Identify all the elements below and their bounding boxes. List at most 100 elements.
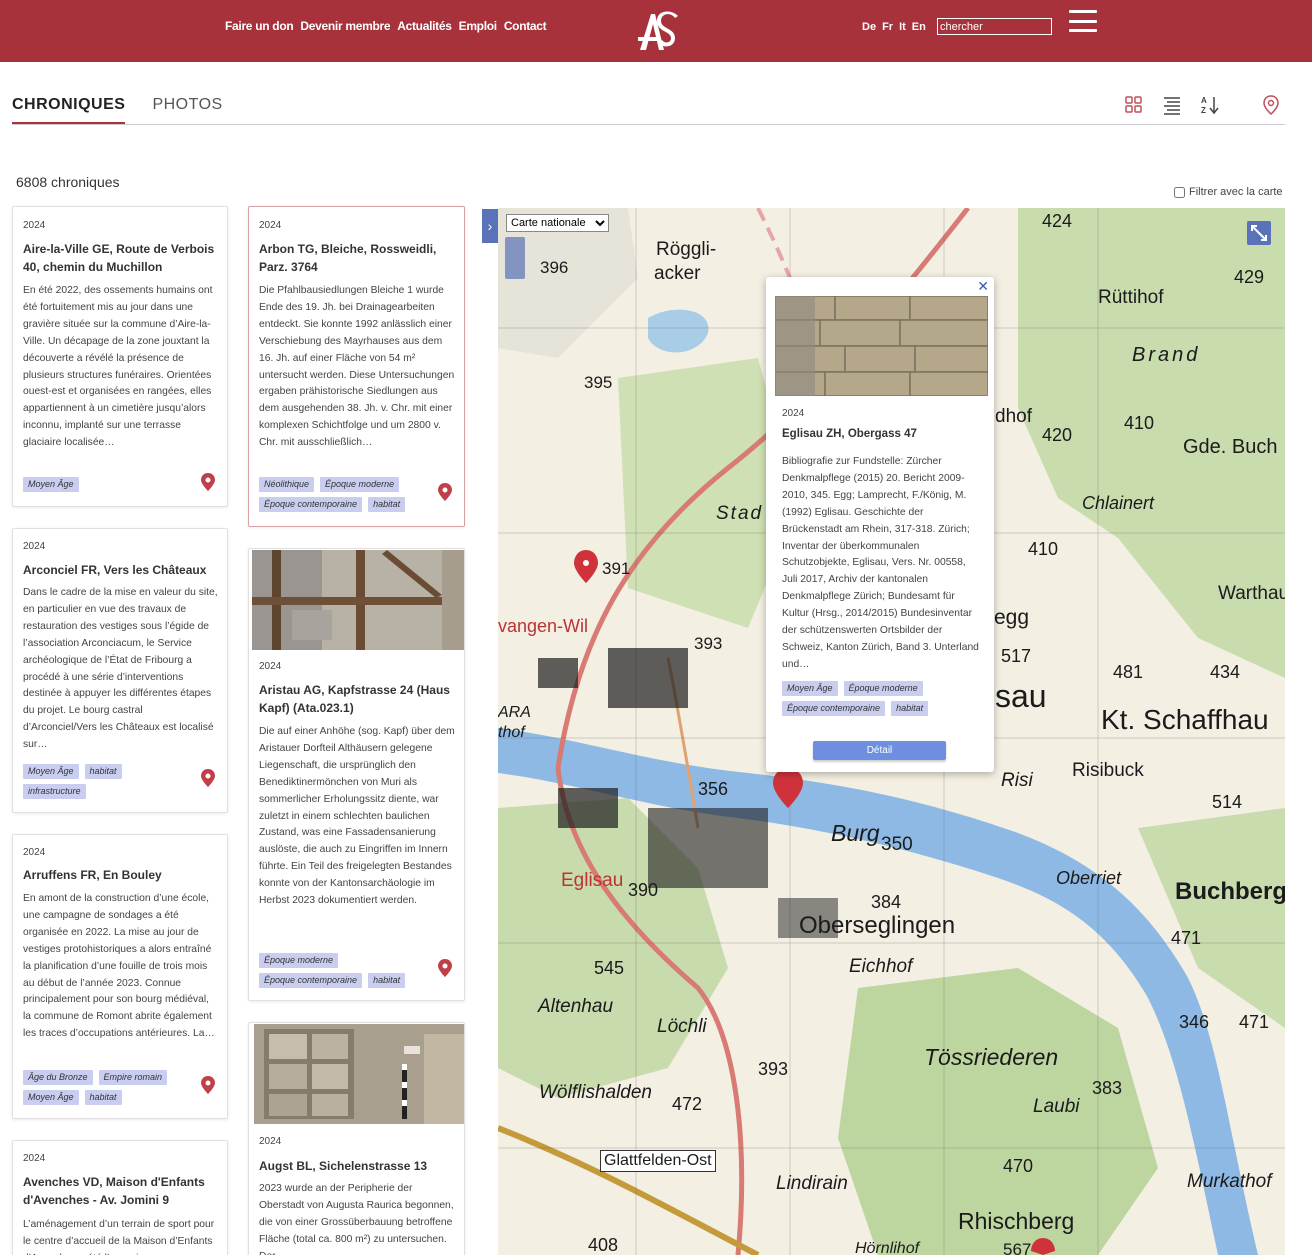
- map-label: Tössriederen: [924, 1044, 1059, 1070]
- map-label: sau: [995, 678, 1047, 714]
- tag[interactable]: Époque contemporaine: [259, 973, 363, 988]
- tag[interactable]: Moyen Âge: [782, 681, 838, 696]
- menu-icon[interactable]: [1069, 10, 1097, 32]
- map-label: 517: [1001, 646, 1032, 666]
- grid-view-icon[interactable]: [1124, 95, 1144, 115]
- location-pin-icon[interactable]: [438, 483, 452, 501]
- card-year: 2024: [23, 847, 46, 858]
- tag[interactable]: Moyen Âge: [23, 477, 79, 492]
- map-label: Kt. Schaffhau: [1101, 704, 1269, 735]
- chronicle-card[interactable]: 2024 Arconciel FR, Vers les Châteaux Dan…: [12, 528, 228, 813]
- map-layer-select[interactable]: Carte nationale: [506, 214, 609, 232]
- chronicle-card[interactable]: 2024 Aristau AG, Kapfstrasse 24 (Haus Ka…: [248, 548, 465, 1001]
- card-year: 2024: [259, 1136, 282, 1147]
- nav-member-link[interactable]: Devenir membre: [300, 19, 390, 33]
- tab-photos[interactable]: PHOTOS: [152, 96, 222, 124]
- tag[interactable]: habitat: [84, 764, 122, 779]
- map-label: thof: [498, 724, 525, 741]
- card-title[interactable]: Arruffens FR, En Bouley: [23, 866, 219, 884]
- map-label: Warthau: [1218, 583, 1285, 604]
- popup-tags: Moyen Âge Époque moderne Époque contempo…: [782, 681, 974, 716]
- chronicle-card[interactable]: 2024 Augst BL, Sichelenstrasse 13 2023 w…: [248, 1022, 465, 1255]
- lang-it-link[interactable]: It: [899, 21, 906, 33]
- map-filter-label: Filtrer avec la carte: [1189, 186, 1283, 198]
- card-year: 2024: [259, 220, 282, 231]
- svg-text:Z: Z: [1201, 106, 1206, 115]
- location-pin-icon[interactable]: [201, 769, 215, 787]
- card-photo[interactable]: [253, 1024, 465, 1124]
- card-text: L’aménagement d’un terrain de sport pour…: [23, 1219, 215, 1255]
- site-logo[interactable]: [638, 10, 678, 52]
- lang-en-link[interactable]: En: [912, 21, 926, 33]
- tag[interactable]: habitat: [891, 701, 929, 716]
- map-label: egg: [994, 606, 1030, 629]
- tag[interactable]: Époque moderne: [843, 681, 923, 696]
- sort-az-icon[interactable]: A Z: [1200, 95, 1220, 115]
- lang-de-link[interactable]: De: [862, 21, 876, 33]
- lang-fr-link[interactable]: Fr: [882, 21, 893, 33]
- list-view-icon[interactable]: [1162, 95, 1182, 115]
- map-filter-checkbox[interactable]: [1174, 186, 1185, 198]
- map-label: 408: [588, 1235, 619, 1255]
- tag[interactable]: Époque contemporaine: [259, 497, 363, 512]
- chronicle-card[interactable]: 2024 Avenches VD, Maison d'Enfants d'Ave…: [12, 1140, 228, 1255]
- map-label: 384: [871, 892, 902, 912]
- search-input[interactable]: [937, 18, 1052, 35]
- card-title[interactable]: Aire-la-Ville GE, Route de Verbois 40, c…: [23, 240, 219, 276]
- map-label: Buchberg: [1175, 878, 1285, 905]
- map-label: 393: [694, 634, 723, 653]
- tag[interactable]: habitat: [368, 497, 406, 512]
- tag[interactable]: Néolithique: [259, 477, 315, 492]
- popup-photo[interactable]: [775, 296, 988, 396]
- nav-donate-link[interactable]: Faire un don: [225, 19, 294, 33]
- location-pin-icon[interactable]: [201, 1076, 215, 1094]
- nav-contact-link[interactable]: Contact: [504, 19, 547, 33]
- card-title[interactable]: Aristau AG, Kapfstrasse 24 (Haus Kapf) (…: [259, 681, 456, 717]
- location-pin-icon[interactable]: [438, 959, 452, 977]
- nav-news-link[interactable]: Actualités: [397, 19, 452, 33]
- map-label: Burg: [831, 820, 880, 846]
- tag[interactable]: habitat: [84, 1090, 122, 1105]
- collapse-panel-button[interactable]: ›: [482, 209, 498, 243]
- tag[interactable]: Époque contemporaine: [782, 701, 886, 716]
- chronicle-card[interactable]: 2024 Arbon TG, Bleiche, Rossweidli, Parz…: [248, 206, 465, 527]
- close-icon[interactable]: ✕: [977, 278, 989, 295]
- card-photo[interactable]: [251, 550, 465, 650]
- card-text: En été 2022, des ossements humains ont é…: [23, 285, 213, 449]
- detail-button[interactable]: Détail: [813, 741, 946, 760]
- card-title[interactable]: Arbon TG, Bleiche, Rossweidli, Parz. 376…: [259, 240, 456, 276]
- map-label: 471: [1171, 928, 1202, 948]
- tag[interactable]: Époque moderne: [259, 953, 339, 968]
- tag[interactable]: Moyen Âge: [23, 764, 79, 779]
- tag[interactable]: habitat: [368, 973, 406, 988]
- map-label: Gde. Buch: [1183, 436, 1278, 458]
- tag[interactable]: Époque moderne: [320, 477, 400, 492]
- tab-chroniques[interactable]: CHRONIQUES: [12, 96, 126, 124]
- map-label: Oberseglingen: [799, 912, 956, 939]
- tag[interactable]: infrastructure: [23, 784, 86, 799]
- map-label: Eglisau: [561, 870, 624, 891]
- tag[interactable]: Empire romain: [98, 1070, 168, 1085]
- map-label: 514: [1212, 792, 1243, 812]
- popup-title[interactable]: Eglisau ZH, Obergass 47: [782, 428, 917, 440]
- card-title[interactable]: Augst BL, Sichelenstrasse 13: [259, 1157, 456, 1175]
- tag[interactable]: Moyen Âge: [23, 1090, 79, 1105]
- map-filter[interactable]: Filtrer avec la carte: [1174, 186, 1283, 198]
- fullscreen-icon[interactable]: [1247, 221, 1271, 245]
- location-pin-icon[interactable]: [201, 473, 215, 491]
- card-title[interactable]: Avenches VD, Maison d'Enfants d'Avenches…: [23, 1173, 219, 1209]
- map-pin-icon[interactable]: [1261, 95, 1281, 115]
- card-title[interactable]: Arconciel FR, Vers les Châteaux: [23, 561, 219, 579]
- map-label: 545: [594, 958, 625, 978]
- map-label: Löchli: [657, 1016, 707, 1037]
- map-label: 472: [672, 1094, 703, 1114]
- nav-jobs-link[interactable]: Emploi: [459, 19, 498, 33]
- map-label: Brand: [1132, 344, 1201, 366]
- chronicle-card[interactable]: 2024 Arruffens FR, En Bouley En amont de…: [12, 834, 228, 1119]
- map-label: Glattfelden-Ost: [600, 1150, 716, 1172]
- tag[interactable]: Âge du Bronze: [23, 1070, 93, 1085]
- svg-text:A: A: [1201, 96, 1207, 105]
- zoom-control[interactable]: [505, 237, 525, 279]
- map-label: Murkathof: [1187, 1171, 1272, 1192]
- chronicle-card[interactable]: 2024 Aire-la-Ville GE, Route de Verbois …: [12, 206, 228, 507]
